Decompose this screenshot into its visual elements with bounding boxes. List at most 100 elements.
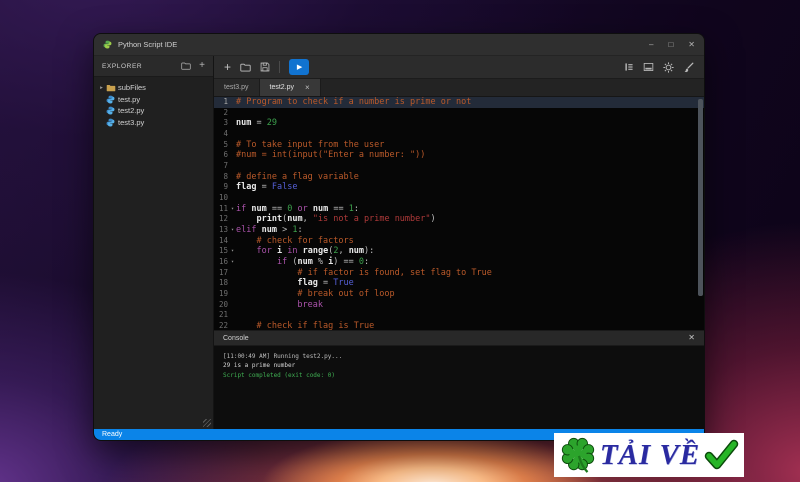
line-number: 17: [218, 267, 228, 277]
new-folder-button[interactable]: [181, 62, 191, 70]
fold-icon[interactable]: ▾: [229, 225, 236, 236]
clover-icon: [561, 437, 595, 473]
code-line[interactable]: 20 break: [214, 300, 704, 311]
tree-item-file[interactable]: test2.py: [94, 105, 213, 117]
tab-close-icon[interactable]: ×: [305, 83, 310, 92]
app-window: Python Script IDE – □ ✕ EXPLORER + ▸ subF…: [93, 33, 705, 441]
code-line[interactable]: 16 ▾ if (num % i) == 0:: [214, 257, 704, 268]
tab-test2.py[interactable]: test2.py ×: [259, 79, 321, 96]
code-line[interactable]: 18 flag = True: [214, 278, 704, 289]
code-text: # check for factors: [256, 235, 354, 246]
code-line[interactable]: 14 # check for factors: [214, 236, 704, 247]
file-tree: ▸ subFiles test.py test2.py test3.py: [94, 77, 213, 128]
code-text: # break out of loop: [297, 289, 395, 300]
explorer-header: EXPLORER +: [94, 56, 213, 77]
code-line[interactable]: 4: [214, 129, 704, 140]
code-line[interactable]: 21: [214, 310, 704, 321]
line-number: 8: [223, 171, 228, 181]
code-line[interactable]: 8 # define a flag variable: [214, 172, 704, 183]
code-line[interactable]: 19 # break out of loop: [214, 289, 704, 300]
tree-item-file[interactable]: test3.py: [94, 117, 213, 129]
code-text: print(num, "is not a prime number"): [256, 214, 436, 225]
code-line[interactable]: 10: [214, 193, 704, 204]
editor-scrollbar[interactable]: [698, 97, 703, 330]
close-button[interactable]: ✕: [688, 40, 695, 49]
chevron-right-icon: ▸: [100, 84, 103, 91]
code-line[interactable]: 12 print(num, "is not a prime number"): [214, 214, 704, 225]
open-folder-button[interactable]: [240, 63, 251, 72]
toggle-panel-button[interactable]: [643, 62, 654, 72]
code-text: #num = int(input("Enter a number: ")): [236, 150, 426, 161]
tab-test3.py[interactable]: test3.py: [214, 79, 260, 96]
toolbar: + ▶: [214, 56, 704, 79]
window-title: Python Script IDE: [118, 40, 178, 49]
theme-button[interactable]: [683, 62, 694, 73]
code-line[interactable]: 6 #num = int(input("Enter a number: ")): [214, 150, 704, 161]
code-line[interactable]: 9 flag = False: [214, 182, 704, 193]
format-list-button[interactable]: [624, 62, 634, 72]
code-line[interactable]: 13 ▾ elif num > 1:: [214, 225, 704, 236]
line-number: 2: [223, 107, 228, 117]
window-content: EXPLORER + ▸ subFiles test.py test2.py test3…: [94, 56, 704, 429]
fold-icon[interactable]: ▾: [229, 257, 236, 268]
fold-icon[interactable]: ▾: [229, 246, 236, 257]
console-line: 29 is a prime number: [223, 362, 296, 370]
sidebar-resize-grip[interactable]: [203, 419, 211, 427]
code-line[interactable]: 17 # if factor is found, set flag to Tru…: [214, 268, 704, 279]
tab-label: test2.py: [269, 84, 295, 91]
code-line[interactable]: 2: [214, 108, 704, 119]
explorer-title: EXPLORER: [102, 62, 143, 70]
save-button[interactable]: [260, 62, 270, 72]
main-area: + ▶ test3.py test2.py × 1 # Program to c…: [214, 56, 704, 429]
code-line[interactable]: 15 ▾ for i in range(2, num):: [214, 246, 704, 257]
new-file-toolbar-button[interactable]: +: [224, 61, 231, 73]
tree-item-folder[interactable]: ▸ subFiles: [94, 82, 213, 94]
console-line: Script completed (exit code: 0): [223, 371, 335, 379]
code-line[interactable]: 1 # Program to check if a number is prime…: [214, 97, 704, 108]
settings-button[interactable]: [663, 61, 674, 73]
line-number: 11: [218, 203, 228, 213]
fold-icon[interactable]: ▾: [229, 204, 236, 215]
line-number: 13: [218, 225, 228, 235]
code-text: # To take input from the user: [236, 139, 385, 150]
scrollbar-thumb[interactable]: [698, 99, 703, 296]
file-name: test2.py: [118, 106, 145, 116]
tree-item-file[interactable]: test.py: [94, 94, 213, 106]
tab-label: test3.py: [224, 84, 249, 91]
code-text: if num == 0 or num == 1:: [236, 203, 359, 214]
console-close-button[interactable]: ✕: [688, 334, 695, 342]
code-line[interactable]: 7: [214, 161, 704, 172]
python-file-icon: [106, 118, 117, 127]
line-number: 1: [223, 97, 228, 106]
line-number: 10: [218, 193, 228, 203]
console-output: [11:00:49 AM] Running test2.py... 29 is a…: [214, 346, 704, 429]
explorer-sidebar: EXPLORER + ▸ subFiles test.py test2.py test3…: [94, 56, 214, 429]
python-file-icon: [106, 106, 115, 115]
panel-icon: [643, 63, 654, 71]
line-number: 21: [218, 310, 228, 320]
run-button[interactable]: ▶: [289, 59, 310, 75]
minimize-button[interactable]: –: [649, 40, 653, 49]
code-line[interactable]: 3 num = 29: [214, 118, 704, 129]
code-line[interactable]: 11 ▾ if num == 0 or num == 1:: [214, 204, 704, 215]
line-number: 14: [218, 235, 228, 245]
code-editor[interactable]: 1 # Program to check if a number is prime…: [214, 97, 704, 330]
python-file-icon: [106, 95, 117, 104]
new-file-button[interactable]: +: [199, 61, 205, 71]
code-line[interactable]: 5 # To take input from the user: [214, 140, 704, 151]
code-line[interactable]: 22 # check if flag is True: [214, 321, 704, 330]
maximize-button[interactable]: □: [668, 40, 673, 49]
toolbar-separator: [279, 61, 281, 73]
